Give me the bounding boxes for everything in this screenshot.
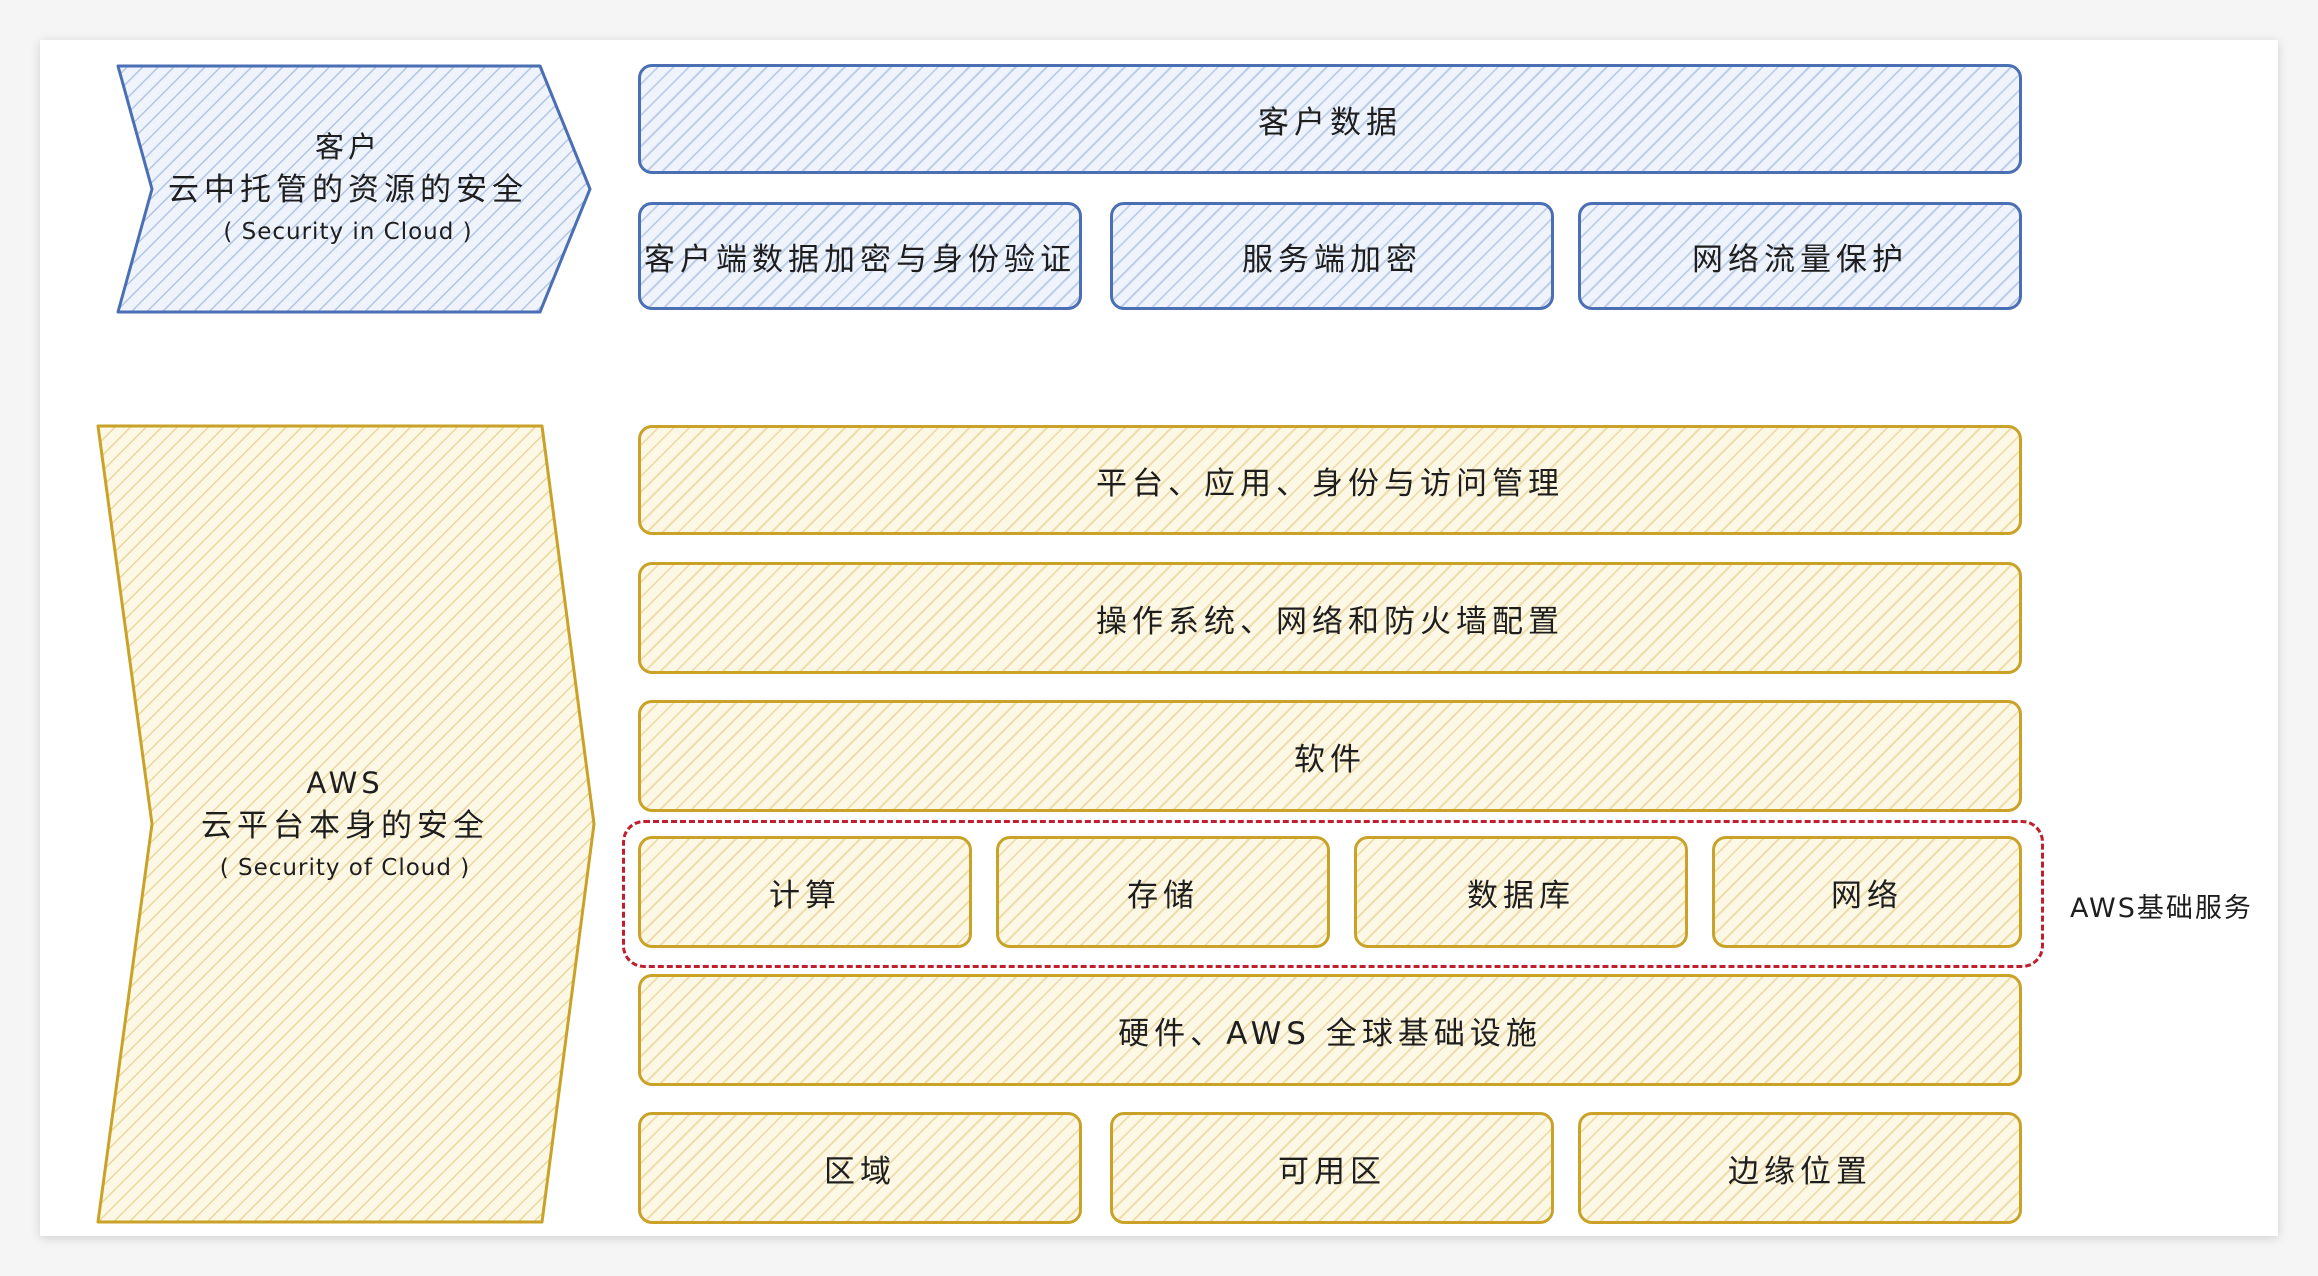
foundation-services-label: AWS基础服务	[2070, 893, 2253, 924]
aws-subtitle: 云平台本身的安全	[201, 808, 489, 844]
customer-responsibility-panel: 客户 云中托管的资源的安全 ( Security in Cloud )	[100, 62, 596, 316]
aws-responsibility-panel: AWS 云平台本身的安全 ( Security of Cloud )	[90, 420, 600, 1230]
compute-service: 计算	[638, 836, 972, 948]
customer-title: 客户	[314, 130, 381, 164]
aws-english-label: ( Security of Cloud )	[219, 855, 471, 881]
hardware-global-infrastructure-layer: 硬件、AWS 全球基础设施	[638, 974, 2022, 1086]
availability-zone-layer: 可用区	[1110, 1112, 1554, 1224]
os-network-firewall-layer: 操作系统、网络和防火墙配置	[638, 562, 2022, 674]
software-layer: 软件	[638, 700, 2022, 812]
server-encryption-layer: 服务端加密	[1110, 202, 1554, 310]
customer-data-layer: 客户数据	[638, 64, 2022, 174]
diagram-canvas: 客户 云中托管的资源的安全 ( Security in Cloud ) AWS …	[40, 40, 2278, 1236]
edge-location-layer: 边缘位置	[1578, 1112, 2022, 1224]
region-layer: 区域	[638, 1112, 1082, 1224]
database-service: 数据库	[1354, 836, 1688, 948]
customer-subtitle: 云中托管的资源的安全	[168, 172, 528, 208]
client-encryption-layer: 客户端数据加密与身份验证	[638, 202, 1082, 310]
aws-title: AWS	[306, 766, 384, 800]
storage-service: 存储	[996, 836, 1330, 948]
customer-english-label: ( Security in Cloud )	[223, 219, 473, 245]
network-traffic-protection-layer: 网络流量保护	[1578, 202, 2022, 310]
networking-service: 网络	[1712, 836, 2022, 948]
iam-layer: 平台、应用、身份与访问管理	[638, 425, 2022, 535]
